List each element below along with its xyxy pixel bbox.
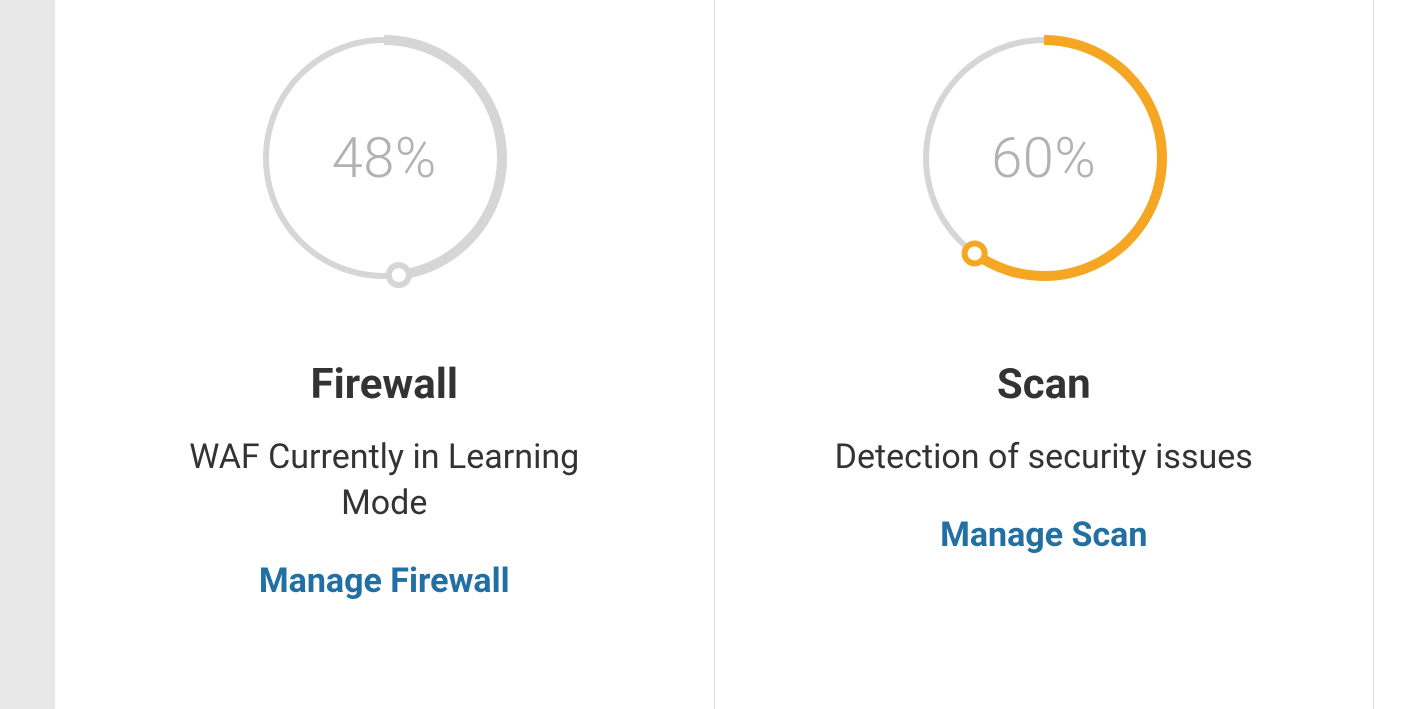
firewall-gauge-label: 48% (332, 125, 437, 191)
next-card-edge (1373, 0, 1405, 709)
card-row: 48% Firewall WAF Currently in Learning M… (55, 0, 1405, 709)
scan-title: Scan (997, 360, 1091, 409)
manage-scan-link[interactable]: Manage Scan (940, 515, 1147, 555)
left-gutter (0, 0, 55, 709)
scan-description: Detection of security issues (835, 435, 1253, 481)
scan-gauge: 60% (914, 28, 1174, 288)
firewall-title: Firewall (311, 360, 458, 409)
firewall-gauge: 48% (254, 28, 514, 288)
firewall-description: WAF Currently in Learning Mode (154, 435, 614, 527)
firewall-card: 48% Firewall WAF Currently in Learning M… (55, 0, 714, 709)
firewall-gauge-knob-icon (389, 265, 409, 285)
scan-gauge-label: 60% (991, 125, 1096, 191)
scan-card: 60% Scan Detection of security issues Ma… (714, 0, 1374, 709)
scan-gauge-knob-icon (964, 243, 984, 263)
manage-firewall-link[interactable]: Manage Firewall (259, 561, 510, 601)
